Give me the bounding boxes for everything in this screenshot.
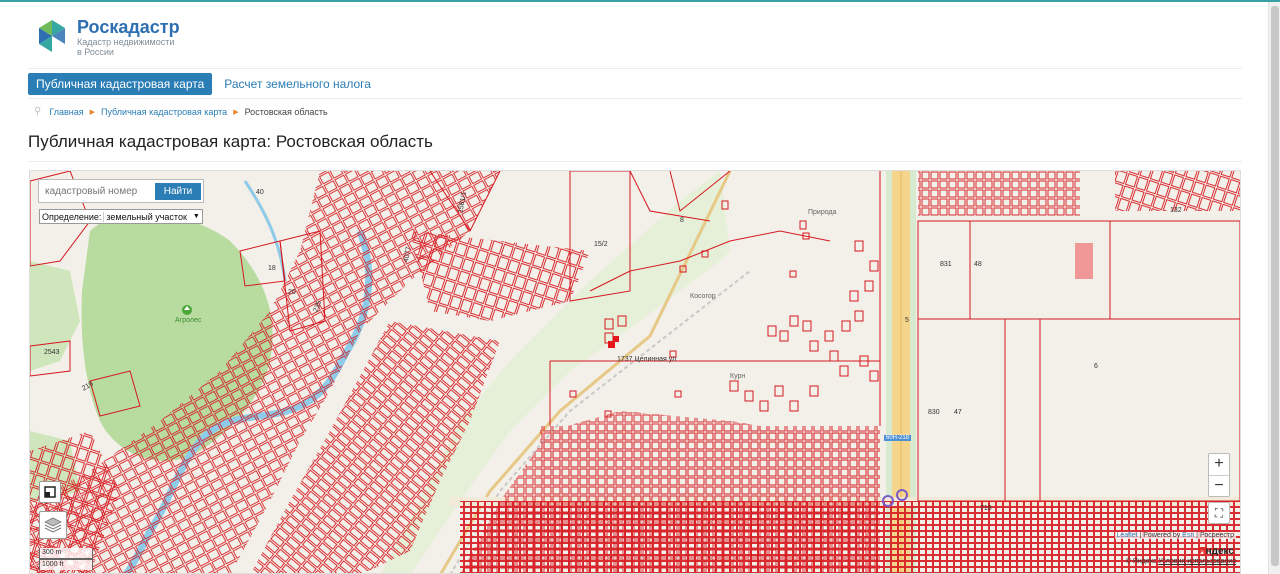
map-label-kurn: Курн — [730, 373, 746, 380]
chevron-down-icon: ▼ — [192, 213, 200, 220]
divider — [28, 161, 1242, 162]
scale-imperial: 1000 ft — [39, 559, 93, 570]
brand-subtitle-2: в России — [77, 47, 114, 57]
breadcrumb-arrow-icon: ▶ — [233, 108, 239, 116]
yandex-logo: Яндекс — [1198, 546, 1234, 557]
plot-label: 132 — [1170, 207, 1182, 214]
plot-label: 40 — [256, 189, 264, 196]
terms-link[interactable]: Условия использования — [1158, 558, 1236, 565]
measure-button[interactable] — [39, 481, 61, 503]
divider — [28, 98, 1242, 99]
plot-label: 5 — [905, 317, 909, 324]
tab-public-cadastral-map[interactable]: Публичная кадастровая карта — [28, 73, 213, 95]
breadcrumb-arrow-icon: ▶ — [89, 108, 95, 116]
define-select[interactable]: Определение: земельный участок ▼ — [39, 209, 203, 224]
fullscreen-icon: ⛶ — [1214, 506, 1224, 520]
map-label-priroda: Природа — [808, 209, 837, 216]
plot-label: 830 — [928, 409, 940, 416]
yandex-copyright: © Яндекс — [1125, 558, 1157, 565]
brand-text: Роскадастр Кадастр недвижимости в России — [77, 17, 180, 57]
cadastral-map[interactable]: Агролес Природа Косогор 1737 Целинная ул… — [29, 170, 1241, 574]
rosreestr-logo-icon — [39, 20, 65, 52]
scale-metric: 300 m — [39, 548, 93, 559]
define-value: земельный участок — [103, 211, 189, 222]
page-container: Роскадастр Кадастр недвижимости в России… — [28, 0, 1242, 574]
page-title: Публичная кадастровая карта: Ростовская … — [28, 132, 433, 151]
cadastral-search: Найти — [38, 179, 204, 203]
plot-label: 831 — [940, 261, 952, 268]
yandex-terms: © Яндекс Условия использования — [1126, 558, 1236, 565]
plot-label: 20 — [288, 289, 296, 296]
cadastral-number-input[interactable] — [41, 182, 149, 200]
fullscreen-button[interactable]: ⛶ — [1208, 502, 1230, 524]
page-scrollbar[interactable] — [1268, 2, 1280, 574]
scale-bar: 300 m 1000 ft — [39, 548, 93, 570]
map-label-kosogor: Косогор — [690, 293, 716, 300]
attribution-powered: Powered by — [1143, 532, 1181, 539]
plot-label: 718 — [980, 505, 992, 512]
brand-subtitle-1: Кадастр недвижимости — [77, 37, 175, 47]
plot-label: 2543 — [44, 349, 60, 356]
define-label: Определение: — [42, 211, 102, 222]
breadcrumb-current: Ростовская область — [244, 106, 328, 117]
road-badge: 60Н-218 — [884, 435, 912, 441]
plot-label: 8 — [680, 217, 684, 224]
map-base-layer[interactable] — [30, 171, 1241, 574]
divider — [28, 68, 1242, 69]
esri-link[interactable]: Esri — [1182, 532, 1194, 539]
search-button[interactable]: Найти — [155, 182, 201, 200]
layers-icon — [44, 517, 62, 533]
map-label-celinnaya: 1737 Целинная ул — [617, 356, 677, 363]
breadcrumb-home[interactable]: Главная — [49, 107, 83, 117]
plot-label: 47 — [954, 409, 962, 416]
breadcrumb: ⚲ Главная ▶ Публичная кадастровая карта … — [34, 106, 328, 117]
zoom-out-button[interactable]: − — [1209, 475, 1229, 496]
location-pin-icon: ⚲ — [34, 106, 42, 117]
brand-title: Роскадастр — [77, 17, 180, 37]
map-attribution: Leaflet | Powered by Esri | Росреестр — [1114, 532, 1236, 539]
scrollbar-thumb[interactable] — [1271, 6, 1279, 566]
brand-logo[interactable]: Роскадастр Кадастр недвижимости в России — [36, 17, 180, 57]
leaflet-link[interactable]: Leaflet — [1117, 532, 1138, 539]
layers-button[interactable] — [39, 511, 67, 539]
attribution-rosreestr: Росреестр — [1199, 532, 1234, 539]
zoom-control: + − — [1208, 453, 1230, 497]
main-nav: Публичная кадастровая карта Расчет земел… — [28, 73, 379, 95]
plot-label: 15/2 — [594, 241, 608, 248]
map-label-agroles: Агролес — [175, 317, 202, 324]
zoom-in-button[interactable]: + — [1209, 454, 1229, 475]
breadcrumb-public-map[interactable]: Публичная кадастровая карта — [101, 107, 227, 117]
plot-label: 48 — [974, 261, 982, 268]
corner-square-icon — [44, 486, 56, 498]
plot-label: 18 — [268, 265, 276, 272]
tab-land-tax-calculator[interactable]: Расчет земельного налога — [216, 73, 379, 95]
plot-label: 6 — [1094, 363, 1098, 370]
